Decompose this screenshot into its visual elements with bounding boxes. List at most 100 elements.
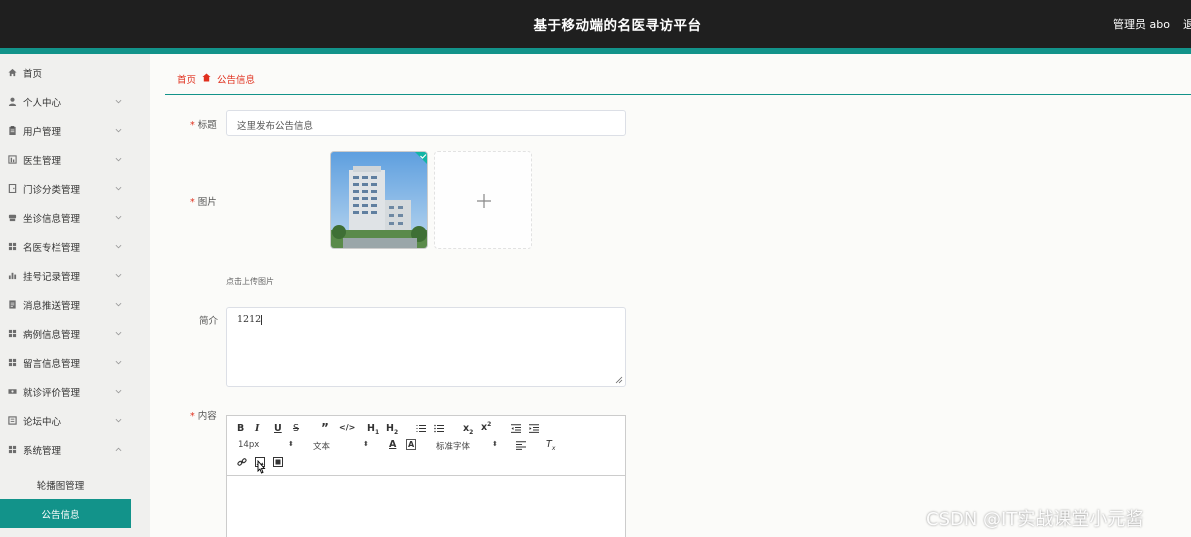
- paragraph-caret-icon: ⬍: [363, 440, 369, 448]
- link-icon[interactable]: [237, 457, 247, 467]
- uploaded-image-thumbnail[interactable]: [330, 151, 428, 249]
- document-icon: [9, 300, 16, 309]
- rich-text-editor[interactable]: B I U S ” </> H1 H2 x2 x2 14px ⬍ 文本 ⬍ A …: [226, 415, 626, 537]
- superscript-icon[interactable]: x2: [481, 421, 491, 433]
- content-label: * 内容: [190, 411, 217, 422]
- sidebar-item-doctor-management[interactable]: 医生管理: [0, 145, 150, 174]
- chevron-down-icon: [115, 215, 122, 220]
- sidebar-item-famous-doctor-column[interactable]: 名医专栏管理: [0, 232, 150, 261]
- sidebar-item-message-push[interactable]: 消息推送管理: [0, 290, 150, 319]
- heading-1-icon[interactable]: H1: [367, 423, 379, 436]
- chevron-down-icon: [115, 360, 122, 365]
- sidebar-item-visit-evaluation[interactable]: 就诊评价管理: [0, 377, 150, 406]
- sidebar-subitem-label: 轮播图管理: [36, 481, 85, 492]
- sidebar-item-forum-center[interactable]: 论坛中心: [0, 406, 150, 435]
- align-left-icon[interactable]: [516, 441, 526, 450]
- clear-format-icon[interactable]: Tx: [546, 439, 555, 452]
- image-label: * 图片: [190, 197, 217, 208]
- paragraph-select[interactable]: 文本: [313, 440, 330, 452]
- mouse-pointer-icon: [257, 460, 266, 474]
- sidebar-item-label: 首页: [23, 68, 43, 80]
- sidebar-item-label: 消息推送管理: [23, 300, 81, 312]
- sidebar-item-consultation-info[interactable]: 坐诊信息管理: [0, 203, 150, 232]
- chart-icon: [8, 272, 17, 280]
- strikethrough-icon[interactable]: S: [293, 423, 299, 434]
- chevron-down-icon: [115, 244, 122, 249]
- breadcrumb: 首页 公告信息: [165, 54, 1191, 95]
- logout-link[interactable]: 退: [1183, 16, 1191, 32]
- breadcrumb-home[interactable]: 首页: [177, 72, 196, 86]
- top-header: 基于移动端的名医寻访平台 管理员 abo 退: [0, 0, 1191, 48]
- plus-icon: [477, 194, 491, 208]
- chevron-down-icon: [115, 389, 122, 394]
- sidebar-item-label: 病例信息管理: [23, 329, 81, 341]
- outdent-icon[interactable]: [511, 424, 521, 433]
- home-icon: [8, 68, 17, 77]
- indent-icon[interactable]: [529, 424, 539, 433]
- upload-hint: 点击上传图片: [226, 277, 274, 286]
- video-insert-icon[interactable]: [273, 457, 283, 467]
- chevron-down-icon: [115, 418, 122, 423]
- user-label[interactable]: 管理员 abo: [1113, 16, 1170, 32]
- sidebar-item-label: 论坛中心: [23, 416, 62, 428]
- grid-icon: [8, 242, 17, 251]
- chevron-down-icon: [115, 157, 122, 162]
- sidebar-item-label: 用户管理: [23, 126, 62, 138]
- bold-icon[interactable]: B: [237, 423, 244, 434]
- chevron-down-icon: [115, 302, 122, 307]
- sidebar-item-case-info[interactable]: 病例信息管理: [0, 319, 150, 348]
- blockquote-icon[interactable]: ”: [321, 421, 329, 435]
- grid-icon: [8, 329, 17, 338]
- bullet-list-icon[interactable]: [434, 424, 444, 433]
- italic-icon[interactable]: I: [255, 423, 259, 434]
- sidebar-item-user-management[interactable]: 用户管理: [0, 116, 150, 145]
- clipboard-icon: [9, 126, 16, 135]
- chevron-down-icon: [115, 99, 122, 104]
- bar-chart-icon: [8, 155, 17, 164]
- subscript-icon[interactable]: x2: [463, 423, 473, 436]
- settings-grid-icon: [8, 445, 17, 454]
- intro-textarea[interactable]: 1212: [226, 307, 626, 387]
- title-input[interactable]: 这里发布公告信息: [226, 110, 626, 136]
- sidebar-item-message-info[interactable]: 留言信息管理: [0, 348, 150, 377]
- sidebar-item-system-management[interactable]: 系统管理: [0, 435, 150, 464]
- sidebar-subitem-announcement[interactable]: 公告信息: [0, 499, 131, 528]
- chevron-down-icon: [115, 331, 122, 336]
- sidebar-subitem-carousel[interactable]: 轮播图管理: [0, 470, 131, 499]
- font-color-icon[interactable]: A: [389, 439, 396, 450]
- title-label: * 标题: [190, 120, 217, 131]
- underline-icon[interactable]: U: [274, 423, 282, 434]
- desk-icon: [8, 214, 17, 222]
- chevron-down-icon: [115, 128, 122, 133]
- hospital-building-image: [331, 152, 427, 248]
- chevron-up-icon: [115, 447, 122, 452]
- resize-grip-icon[interactable]: [615, 376, 623, 384]
- upload-add-button[interactable]: [434, 151, 532, 249]
- font-family-select[interactable]: 标准字体: [436, 440, 470, 452]
- sidebar-subitem-label: 公告信息: [41, 510, 80, 521]
- sidebar-item-label: 医生管理: [23, 155, 62, 167]
- sidebar-item-label: 挂号记录管理: [23, 271, 81, 283]
- home-separator-icon: [202, 73, 211, 82]
- ticket-icon: [8, 389, 17, 394]
- site-title: 基于移动端的名医寻访平台: [533, 18, 702, 34]
- sidebar-item-label: 坐诊信息管理: [23, 213, 81, 225]
- chevron-down-icon: [115, 273, 122, 278]
- font-family-caret-icon: ⬍: [492, 440, 498, 448]
- sidebar-item-label: 留言信息管理: [23, 358, 81, 370]
- sidebar-item-label: 门诊分类管理: [23, 184, 81, 196]
- forum-icon: [8, 416, 17, 425]
- background-color-icon[interactable]: A: [406, 439, 417, 450]
- font-size-select[interactable]: 14px: [238, 440, 259, 450]
- sidebar-item-registration-records[interactable]: 挂号记录管理: [0, 261, 150, 290]
- grid-icon: [8, 358, 17, 367]
- sidebar-item-personal-center[interactable]: 个人中心: [0, 87, 150, 116]
- ordered-list-icon[interactable]: [416, 424, 426, 433]
- sidebar-item-home[interactable]: 首页: [0, 58, 150, 87]
- door-icon: [8, 184, 17, 193]
- code-block-icon[interactable]: </>: [339, 423, 355, 432]
- sidebar-item-clinic-category[interactable]: 门诊分类管理: [0, 174, 150, 203]
- heading-2-icon[interactable]: H2: [386, 423, 398, 436]
- font-size-caret-icon: ⬍: [288, 440, 294, 448]
- sidebar-item-label: 系统管理: [23, 445, 62, 457]
